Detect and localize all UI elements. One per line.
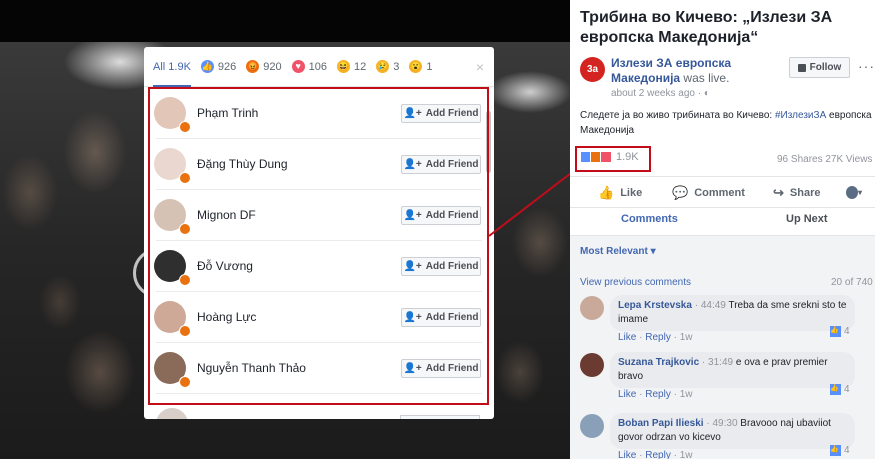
avatar (846, 185, 858, 199)
add-friend-button-partial (400, 415, 480, 419)
speech-bubble-icon: 💬 (672, 185, 689, 200)
comment-author[interactable]: Suzana Trajkovic (618, 357, 699, 368)
comment-bubble: Lepa Krstevska · 44:49 Treba da sme srek… (610, 295, 855, 331)
comment-like-link[interactable]: Like (618, 389, 636, 400)
like-icon: 👍 (200, 60, 214, 73)
avatar (156, 408, 188, 419)
tab-wow[interactable]: 😮 1 (409, 47, 433, 87)
tab-angry[interactable]: 😡 920 (246, 47, 282, 87)
comment-age[interactable]: 1w (680, 332, 693, 343)
comment-links: Like · Reply · 1w (618, 389, 693, 400)
profile-switch-button[interactable]: ▾ (846, 185, 862, 199)
like-icon: 👍 (830, 384, 841, 395)
follow-button[interactable]: Follow (789, 57, 850, 78)
angry-icon: 😡 (246, 60, 260, 73)
like-count: 4 (844, 326, 850, 337)
follow-icon (797, 63, 806, 72)
post-panel: Трибина во Кичево: „Излези ЗА европска М… (570, 0, 875, 459)
comment-label: Comment (694, 187, 745, 199)
share-label: Share (789, 187, 821, 199)
comment-time[interactable]: · 31:49 (699, 357, 736, 368)
tab-love[interactable]: ♥ 106 (291, 47, 327, 87)
comment-age[interactable]: 1w (680, 389, 693, 400)
comment-bubble: Suzana Trajkovic · 31:49 e ova e prav pr… (610, 352, 855, 388)
like-icon: 👍 (830, 326, 841, 337)
comment-time[interactable]: · 49:30 (704, 418, 741, 429)
like-button[interactable]: 👍 Like (598, 185, 642, 201)
comment-tabs: Comments Up Next (570, 207, 875, 237)
follow-label: Follow (809, 62, 842, 73)
avatar[interactable] (580, 414, 604, 438)
comment-reply-link[interactable]: Reply (645, 389, 671, 400)
haha-icon: 😆 (337, 60, 350, 73)
tab-all-label: All 1.9K (153, 60, 191, 73)
tab-wow-count: 1 (426, 60, 433, 73)
sad-icon: 😢 (376, 60, 390, 73)
share-arrow-icon: ↪ (773, 185, 784, 200)
tab-haha-count: 12 (354, 60, 367, 73)
like-label: Like (620, 187, 643, 199)
wow-icon: 😮 (409, 60, 423, 73)
tab-love-count: 106 (308, 60, 327, 73)
tab-angry-count: 920 (263, 60, 282, 73)
close-icon[interactable]: × (476, 59, 484, 75)
list-item-partial (156, 405, 482, 419)
hashtag-link[interactable]: #ИзлезиЗА (775, 110, 826, 121)
post-title: Трибина во Кичево: „Излези ЗА европска М… (580, 9, 833, 46)
tab-comments[interactable]: Comments (621, 213, 678, 225)
reactions-tabs: All 1.9K 👍 926 😡 920 ♥ 106 😆 12 😢 3 😮 1 (144, 47, 494, 87)
comment-like-link[interactable]: Like (618, 450, 636, 459)
comment-like-count[interactable]: 👍 4 (830, 384, 850, 395)
view-previous-link[interactable]: View previous comments (580, 277, 691, 288)
tab-all[interactable]: All 1.9K (153, 47, 191, 87)
time-text[interactable]: about 2 weeks ago · (611, 88, 704, 99)
comment-author[interactable]: Boban Papi Ilieski (618, 418, 704, 429)
page-avatar[interactable]: 3a (580, 57, 605, 82)
page-line: Излези ЗА европска Македонија was live. (611, 56, 791, 86)
avatar[interactable] (580, 353, 604, 377)
comment-reply-link[interactable]: Reply (645, 450, 671, 459)
like-icon: 👍 (830, 445, 841, 456)
action-bar: 👍 Like 💬 Comment ↪ Share ▾ (570, 176, 875, 206)
comment-age[interactable]: 1w (680, 450, 693, 459)
comment-like-count[interactable]: 👍 4 (830, 445, 850, 456)
share-button[interactable]: ↪ Share (773, 185, 820, 201)
tab-haha[interactable]: 😆 12 (337, 47, 366, 87)
thumb-icon: 👍 (598, 185, 615, 200)
comments-area: Most Relevant ▾ View previous comments 2… (570, 235, 875, 459)
comment-author[interactable]: Lepa Krstevska (618, 300, 692, 311)
highlight-box-list (148, 87, 489, 405)
sort-label: Most Relevant ▾ (580, 246, 656, 257)
more-options-icon[interactable]: ··· (858, 58, 875, 74)
post-time: about 2 weeks ago · ◐ (611, 88, 710, 99)
comment-like-link[interactable]: Like (618, 332, 636, 343)
comment-time[interactable]: · 44:49 (692, 300, 729, 311)
comment-count: 20 of 740 (831, 277, 873, 288)
comment-like-count[interactable]: 👍 4 (830, 326, 850, 337)
highlight-box-reactions (575, 146, 651, 172)
tab-like-count: 926 (217, 60, 237, 73)
was-live-text: was live. (680, 71, 730, 85)
sort-dropdown[interactable]: Most Relevant ▾ (580, 246, 656, 257)
tab-up-next[interactable]: Up Next (786, 213, 828, 225)
shares-views: 96 Shares 27K Views (777, 154, 873, 165)
comment-links: Like · Reply · 1w (618, 450, 693, 459)
post-description: Следете ја во живо трибината во Кичево: … (580, 108, 875, 138)
comment-bubble: Boban Papi Ilieski · 49:30 Bravooo naj u… (610, 413, 855, 449)
comment-button[interactable]: 💬 Comment (672, 185, 745, 201)
love-icon: ♥ (291, 60, 305, 73)
video-top-bar (0, 0, 570, 42)
avatar[interactable] (580, 296, 604, 320)
tab-like[interactable]: 👍 926 (200, 47, 237, 87)
comment-links: Like · Reply · 1w (618, 332, 693, 343)
tab-sad[interactable]: 😢 3 (376, 47, 399, 87)
globe-icon: ◐ (703, 88, 710, 99)
like-count: 4 (844, 384, 850, 395)
comment-reply-link[interactable]: Reply (645, 332, 671, 343)
tab-sad-count: 3 (393, 60, 400, 73)
chevron-down-icon: ▾ (857, 187, 862, 197)
description-text: Следете ја во живо трибината во Кичево: (580, 110, 775, 121)
like-count: 4 (844, 445, 850, 456)
